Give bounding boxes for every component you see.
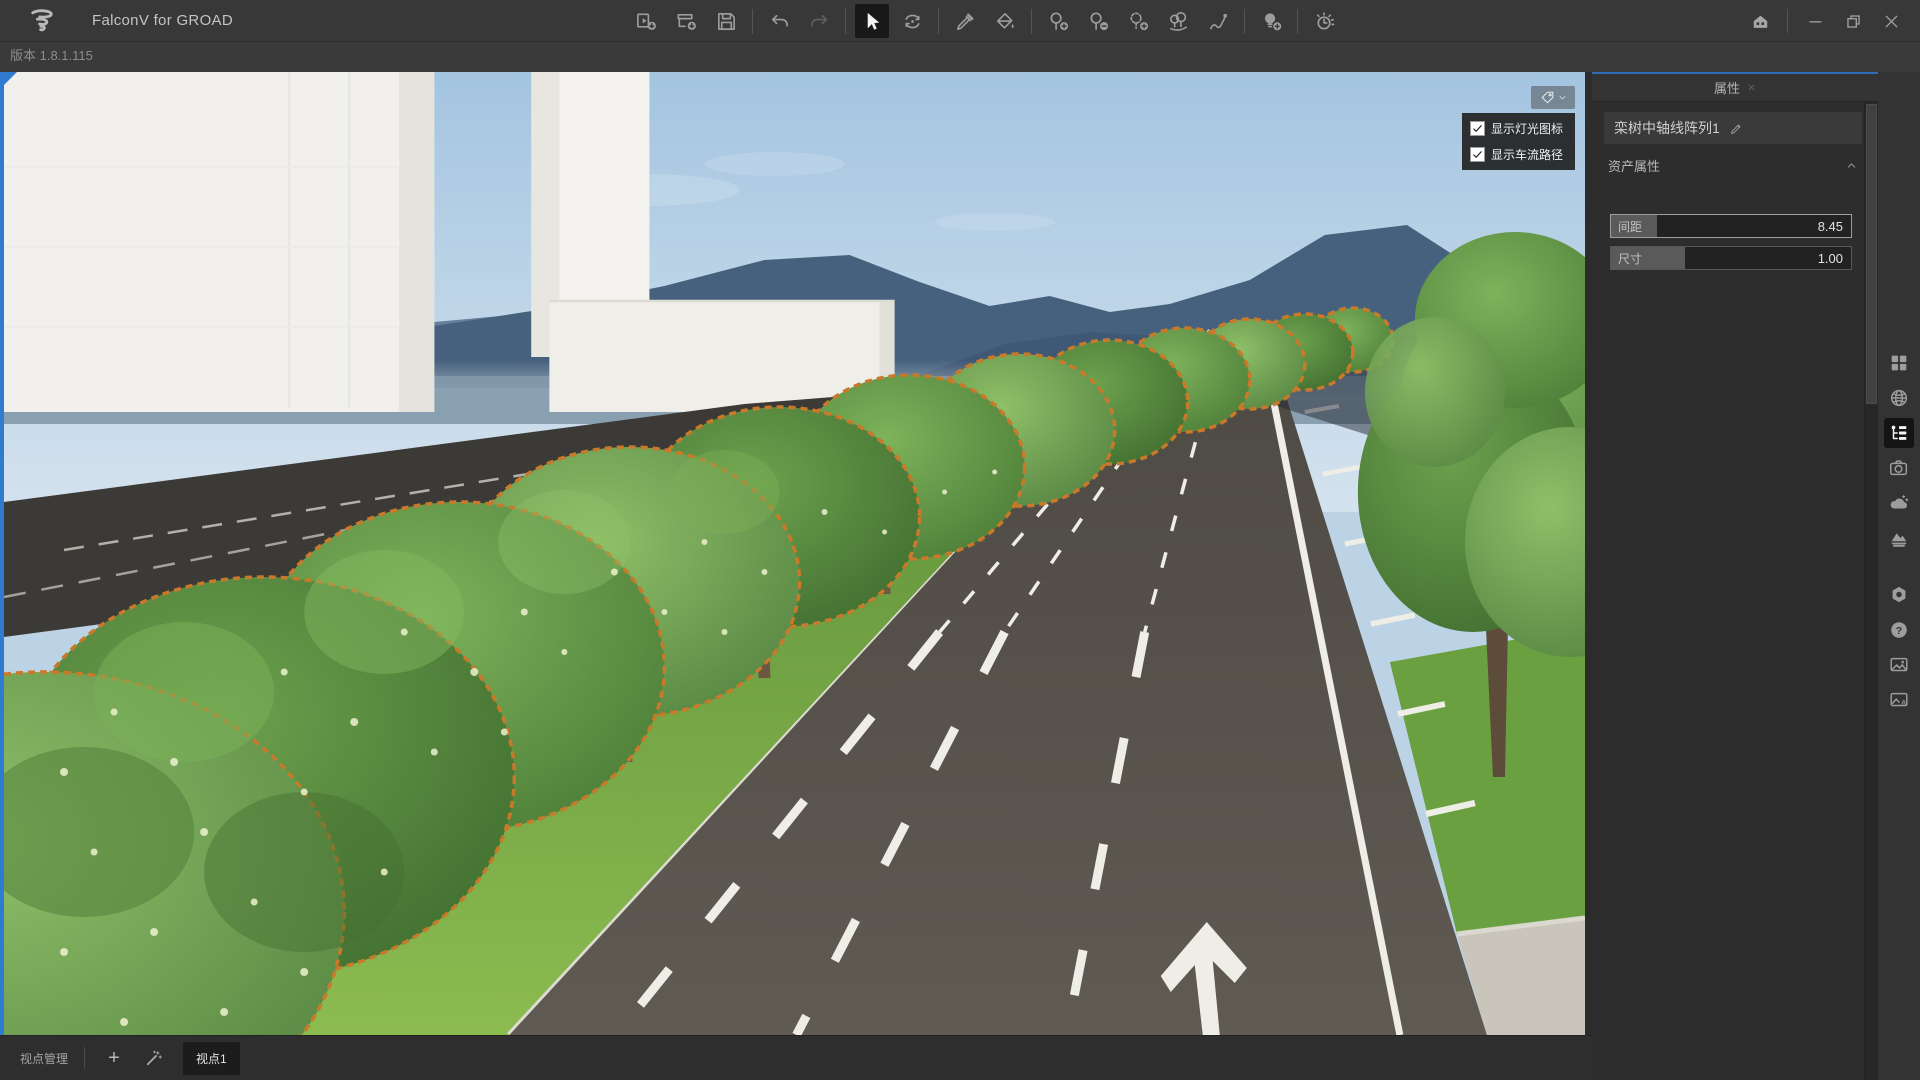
viewport-3d[interactable]: 显示灯光图标 显示车流路径 xyxy=(4,72,1585,1035)
home-icon[interactable] xyxy=(1745,6,1775,36)
globe-icon[interactable] xyxy=(1884,383,1914,413)
titlebar: FalconV for GROAD xyxy=(0,0,1920,42)
draw-path-icon[interactable] xyxy=(1201,4,1235,38)
ai-label: AI xyxy=(1901,700,1908,707)
rotate-view-icon[interactable] xyxy=(895,4,929,38)
image-icon[interactable] xyxy=(1884,650,1914,680)
toolbar-separator xyxy=(752,9,753,34)
remove-tree-icon[interactable] xyxy=(1081,4,1115,38)
grid-assets-icon[interactable] xyxy=(1884,348,1914,378)
panel-tab-title: 属性 xyxy=(1714,78,1740,97)
help-glyph: ? xyxy=(1896,625,1902,637)
checkbox-label: 显示车流路径 xyxy=(1491,146,1563,163)
close-icon[interactable] xyxy=(1876,6,1906,36)
time-of-day-icon[interactable] xyxy=(1307,4,1341,38)
checkbox-checked-icon xyxy=(1470,121,1485,136)
app-logo-icon xyxy=(28,7,56,35)
terrain-icon[interactable] xyxy=(1884,523,1914,553)
version-label: 版本 1.8.1.115 xyxy=(10,42,93,72)
undo-icon[interactable] xyxy=(762,4,796,38)
toolbar-separator xyxy=(1297,9,1298,34)
edit-pencil-icon[interactable] xyxy=(1729,121,1744,136)
ai-image-icon[interactable]: AI xyxy=(1884,685,1914,715)
right-dock: ? AI xyxy=(1878,72,1920,1080)
spacing-field-value: 8.45 xyxy=(1818,219,1851,234)
viewport-3d-scene[interactable] xyxy=(4,72,1585,1035)
asset-properties-fields: 间距 8.45 尺寸 1.00 xyxy=(1592,214,1878,270)
window-controls xyxy=(1741,0,1920,42)
asset-properties-section-header[interactable]: 资产属性 xyxy=(1604,152,1862,178)
checkbox-show-traffic-paths[interactable]: 显示车流路径 xyxy=(1470,146,1567,163)
export-scene-icon[interactable] xyxy=(669,4,703,38)
properties-panel: 属性 栾树中轴线阵列1 资产属性 间距 8.45 尺寸 1.00 xyxy=(1592,72,1878,1080)
bottom-bar: 视点管理 + 视点1 xyxy=(0,1035,1592,1080)
chevron-down-icon xyxy=(1558,93,1567,102)
select-arrow-icon[interactable] xyxy=(855,4,889,38)
redo-icon[interactable] xyxy=(802,4,836,38)
app-title: FalconV for GROAD xyxy=(92,0,233,42)
chevron-up-icon xyxy=(1845,159,1858,172)
size-field-label: 尺寸 xyxy=(1611,250,1642,267)
window-separator xyxy=(1787,9,1788,33)
size-field-value: 1.00 xyxy=(1818,251,1851,266)
eyedropper-icon[interactable] xyxy=(948,4,982,38)
tree-brush-icon[interactable] xyxy=(1161,4,1195,38)
checkbox-label: 显示灯光图标 xyxy=(1491,120,1563,137)
section-title: 资产属性 xyxy=(1608,156,1660,175)
viewpoint-manager-label[interactable]: 视点管理 xyxy=(20,1050,68,1067)
magic-wand-icon[interactable] xyxy=(141,1045,167,1071)
tag-icon xyxy=(1540,90,1555,105)
size-field[interactable]: 尺寸 1.00 xyxy=(1610,246,1852,270)
weather-icon[interactable] xyxy=(1884,488,1914,518)
viewpoint-tab-1[interactable]: 视点1 xyxy=(183,1042,240,1075)
toolbar-separator xyxy=(845,9,846,34)
spacing-field-label: 间距 xyxy=(1611,218,1642,235)
camera-icon[interactable] xyxy=(1884,453,1914,483)
viewport-focus-edge xyxy=(0,72,4,1035)
toolbar-separator xyxy=(1244,9,1245,34)
panel-scrollbar[interactable] xyxy=(1864,102,1878,1080)
viewport-focus-corner xyxy=(4,72,17,85)
import-scene-icon[interactable] xyxy=(629,4,663,38)
panel-scrollbar-thumb[interactable] xyxy=(1866,104,1877,404)
properties-panel-tab[interactable]: 属性 xyxy=(1592,74,1878,102)
scene-tree-icon[interactable] xyxy=(1884,418,1914,448)
add-tree-icon[interactable] xyxy=(1041,4,1075,38)
paint-bucket-icon[interactable] xyxy=(988,4,1022,38)
checkbox-show-light-icons[interactable]: 显示灯光图标 xyxy=(1470,120,1567,137)
toolbar-separator xyxy=(938,9,939,34)
viewport-display-options: 显示灯光图标 显示车流路径 xyxy=(1462,113,1575,170)
add-tree-array-icon[interactable] xyxy=(1121,4,1155,38)
add-light-icon[interactable] xyxy=(1254,4,1288,38)
spacing-field[interactable]: 间距 8.45 xyxy=(1610,214,1852,238)
bottom-bar-separator xyxy=(84,1047,85,1069)
checkbox-checked-icon xyxy=(1470,147,1485,162)
restore-icon[interactable] xyxy=(1838,6,1868,36)
tag-overlay-button[interactable] xyxy=(1531,86,1575,109)
close-icon[interactable] xyxy=(1747,83,1756,92)
toolbar-separator xyxy=(1031,9,1032,34)
selected-item-name-row: 栾树中轴线阵列1 xyxy=(1604,112,1862,144)
save-icon[interactable] xyxy=(709,4,743,38)
selected-item-name: 栾树中轴线阵列1 xyxy=(1614,118,1720,138)
settings-nut-icon[interactable] xyxy=(1884,580,1914,610)
version-bar: 版本 1.8.1.115 xyxy=(0,42,1920,72)
minimize-icon[interactable] xyxy=(1800,6,1830,36)
help-icon[interactable]: ? xyxy=(1884,615,1914,645)
main-toolbar xyxy=(626,0,1344,42)
add-viewpoint-button[interactable]: + xyxy=(101,1045,127,1071)
